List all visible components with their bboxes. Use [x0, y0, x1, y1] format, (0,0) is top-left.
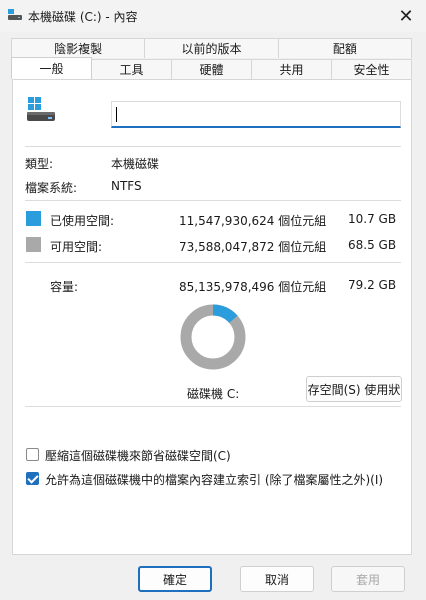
free-space-size: 68.5 GB — [348, 238, 397, 252]
apply-button[interactable]: 套用 — [331, 566, 405, 592]
free-space-bytes: 73,588,047,872 個位元組 — [179, 240, 327, 254]
general-panel: 類型: 本機磁碟 檔案系統: NTFS 已使用空間: 11,547,930,62… — [12, 79, 412, 555]
tab-tools[interactable]: 工具 — [91, 59, 172, 79]
divider — [25, 200, 401, 201]
capacity-label: 容量: — [50, 280, 79, 294]
used-space-swatch — [26, 211, 41, 226]
windows-logo-icon — [28, 97, 41, 110]
tabs-row-1: 陰影複製 以前的版本 配額 — [11, 38, 412, 58]
tab-security[interactable]: 安全性 — [331, 59, 412, 79]
tab-quota[interactable]: 配額 — [277, 38, 412, 58]
close-button[interactable]: ✕ — [386, 0, 426, 32]
drive-name-input[interactable] — [111, 101, 401, 128]
disk-cleanup-button[interactable]: 存空間(S) 使用狀 — [306, 376, 402, 402]
free-space-label: 可用空間: — [50, 240, 103, 254]
used-space-label: 已使用空間: — [50, 214, 115, 228]
drive-icon — [8, 9, 22, 20]
drive-letter-label: 磁碟機 C: — [187, 387, 240, 401]
type-label: 類型: — [25, 157, 54, 171]
tab-general[interactable]: 一般 — [11, 57, 92, 79]
text-caret — [116, 107, 117, 122]
compress-checkbox[interactable] — [26, 448, 39, 461]
hard-drive-icon — [27, 97, 55, 121]
divider — [25, 406, 401, 407]
tab-sharing[interactable]: 共用 — [251, 59, 332, 79]
usage-donut-chart — [180, 304, 246, 370]
capacity-bytes: 85,135,978,496 個位元組 — [179, 280, 327, 294]
index-checkbox-label: 允許為這個磁碟機中的檔案內容建立索引 (除了檔案屬性之外)(I) — [45, 473, 384, 487]
divider — [25, 146, 401, 147]
ok-button[interactable]: 確定 — [138, 566, 212, 592]
filesystem-value: NTFS — [111, 179, 142, 193]
free-space-swatch — [26, 237, 41, 252]
tab-previous-versions[interactable]: 以前的版本 — [144, 38, 279, 58]
filesystem-label: 檔案系統: — [25, 181, 78, 195]
window-title: 本機磁碟 (C:) - 內容 — [28, 10, 138, 24]
tabs-row-2: 一般 工具 硬體 共用 安全性 — [11, 57, 412, 79]
tab-hardware[interactable]: 硬體 — [171, 59, 252, 79]
tab-shadow-copies[interactable]: 陰影複製 — [11, 38, 146, 58]
divider — [25, 262, 401, 263]
type-value: 本機磁碟 — [111, 157, 160, 171]
index-checkbox[interactable] — [26, 472, 39, 485]
capacity-size: 79.2 GB — [348, 278, 397, 292]
compress-checkbox-label: 壓縮這個磁碟機來節省磁碟空間(C) — [45, 449, 231, 463]
cancel-button[interactable]: 取消 — [240, 566, 314, 592]
used-space-size: 10.7 GB — [348, 212, 397, 226]
title-bar: 本機磁碟 (C:) - 內容 ✕ — [0, 0, 426, 32]
used-space-bytes: 11,547,930,624 個位元組 — [179, 214, 327, 228]
close-icon: ✕ — [398, 5, 414, 27]
